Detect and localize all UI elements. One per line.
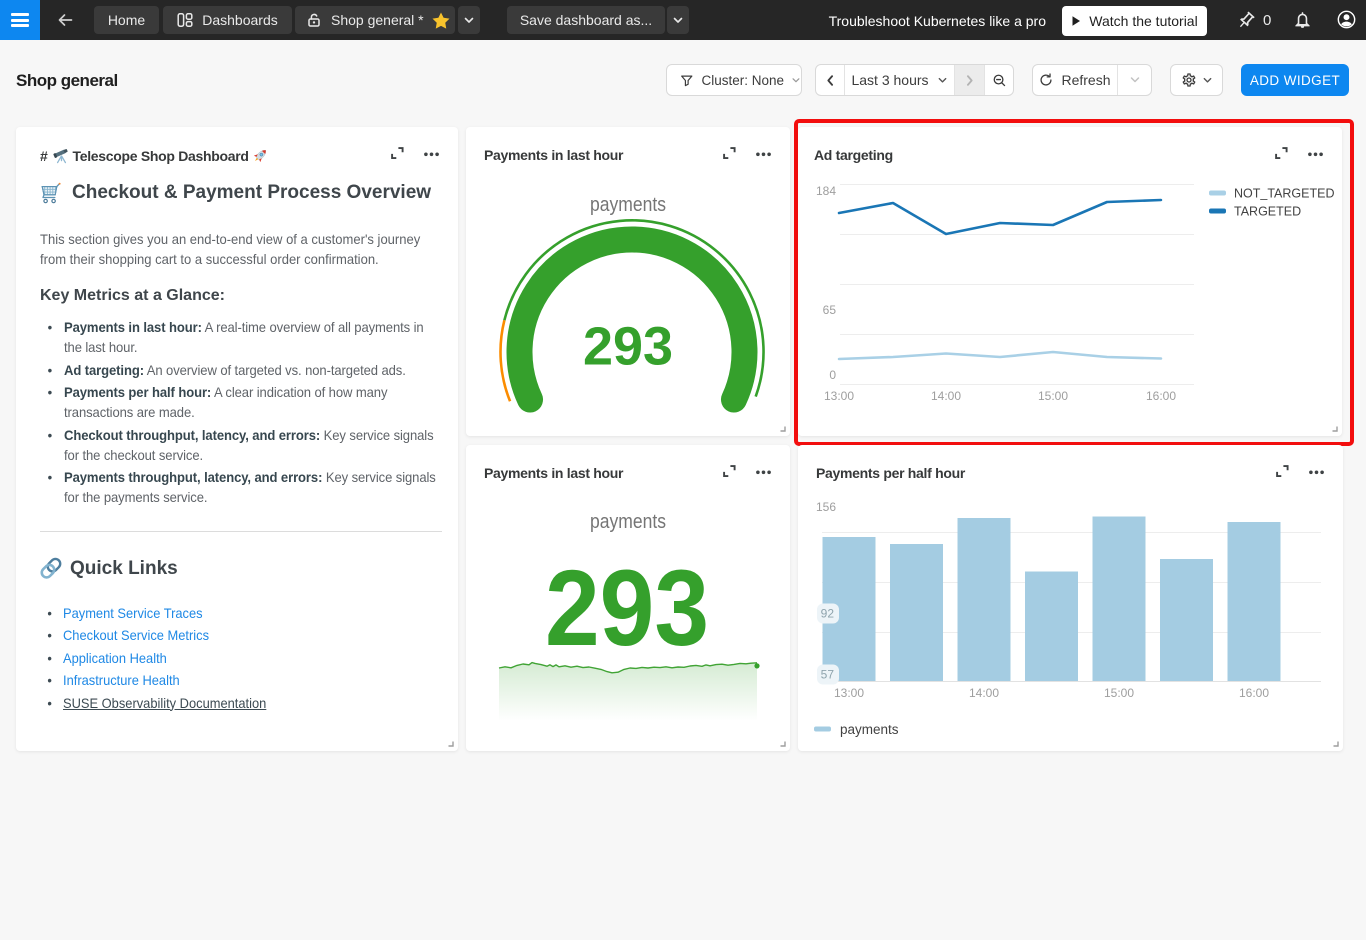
svg-text:14:00: 14:00 (969, 686, 999, 700)
svg-text:184: 184 (816, 184, 836, 198)
svg-text:13:00: 13:00 (834, 686, 864, 700)
svg-text:57: 57 (821, 668, 835, 682)
svg-text:14:00: 14:00 (931, 389, 961, 403)
svg-text:16:00: 16:00 (1239, 686, 1269, 700)
svg-text:15:00: 15:00 (1104, 686, 1134, 700)
svg-text:65: 65 (823, 303, 837, 317)
svg-text:TARGETED: TARGETED (1234, 205, 1301, 219)
svg-text:16:00: 16:00 (1146, 389, 1176, 403)
svg-text:payments: payments (590, 511, 666, 533)
svg-text:payments: payments (840, 722, 899, 737)
svg-text:NOT_TARGETED: NOT_TARGETED (1234, 187, 1334, 201)
svg-text:payments: payments (590, 194, 666, 216)
svg-text:156: 156 (816, 500, 836, 514)
svg-text:0: 0 (829, 368, 836, 382)
svg-text:293: 293 (583, 317, 673, 377)
svg-text:13:00: 13:00 (824, 389, 854, 403)
svg-text:92: 92 (821, 607, 835, 621)
svg-text:293: 293 (545, 547, 709, 668)
svg-text:15:00: 15:00 (1038, 389, 1068, 403)
